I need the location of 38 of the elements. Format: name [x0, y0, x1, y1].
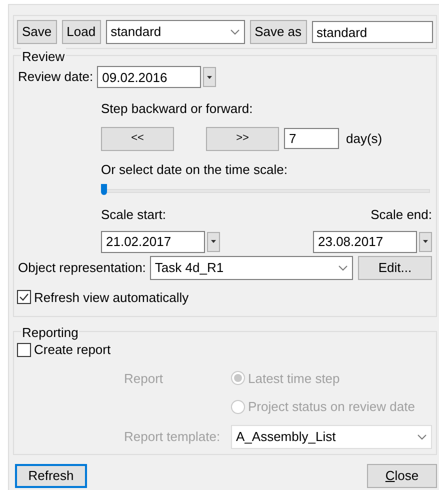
profile-dropdown[interactable]: standard [106, 20, 245, 44]
dropdown-button[interactable] [203, 67, 216, 87]
review-date-field[interactable]: 09.02.2016 [97, 66, 202, 88]
step-backward-button[interactable]: << [101, 126, 174, 150]
chevron-down-icon [338, 264, 348, 270]
report-template-label: Report template: [124, 428, 222, 446]
dropdown-button[interactable] [419, 232, 432, 252]
days-unit-label: day(s) [346, 130, 382, 148]
triangle-down-icon [211, 240, 216, 243]
save-button[interactable]: Save [17, 20, 57, 44]
step-label: Step backward or forward: [101, 100, 254, 118]
scale-end-field[interactable]: 23.08.2017 [313, 230, 417, 252]
scale-label: Or select date on the time scale: [101, 160, 288, 178]
scale-start-field[interactable]: 21.02.2017 [101, 230, 205, 252]
dropdown-button[interactable] [207, 232, 220, 252]
save-as-button[interactable]: Save as [250, 20, 307, 44]
auto-refresh-label: Refresh view automatically [34, 288, 189, 307]
step-days-field[interactable]: 7 [284, 128, 339, 149]
triangle-down-icon [207, 76, 212, 78]
step-forward-button[interactable]: >> [206, 126, 279, 150]
load-button[interactable]: Load [62, 20, 101, 44]
object-representation-dropdown[interactable]: Task 4d_R1 [150, 256, 353, 280]
report-label: Report [124, 370, 164, 388]
triangle-down-icon [423, 240, 428, 243]
close-button[interactable]: Close [367, 464, 437, 488]
radio-label: Latest time step [248, 370, 340, 388]
review-date-label: Review date: [18, 68, 94, 86]
chevron-down-icon [230, 29, 240, 35]
save-as-name-field[interactable]: standard [312, 21, 433, 43]
refresh-button[interactable]: Refresh [15, 464, 87, 488]
scale-start-label: Scale start: [101, 206, 166, 224]
object-representation-label: Object representation: [18, 258, 146, 277]
chevron-down-icon [417, 434, 427, 440]
radio-label: Project status on review date [248, 398, 415, 416]
create-report-label: Create report [34, 341, 111, 359]
checkbox[interactable] [17, 290, 31, 304]
edit-button[interactable]: Edit... [358, 256, 432, 280]
scale-end-label: Scale end: [370, 206, 432, 224]
